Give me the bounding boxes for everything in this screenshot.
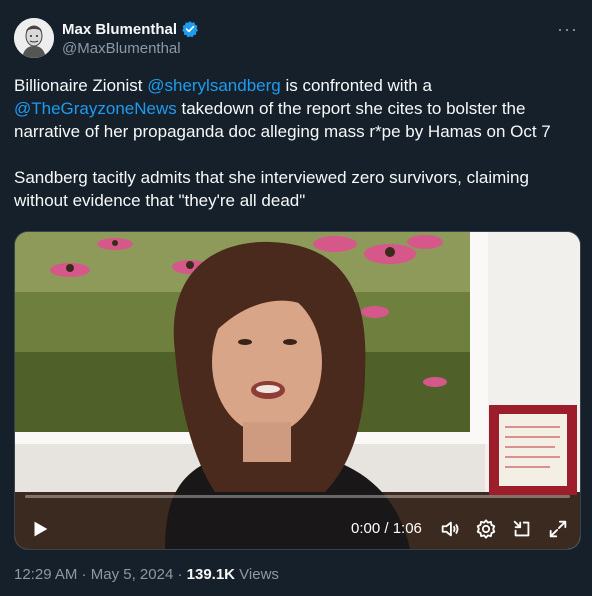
- minimize-icon[interactable]: [511, 518, 533, 540]
- mention-link[interactable]: @sherylsandberg: [147, 76, 281, 95]
- views-label: Views: [235, 566, 279, 583]
- video-frame: [15, 232, 580, 549]
- tweet-time[interactable]: 12:29 AM: [14, 566, 77, 583]
- video-time: 0:00 / 1:06: [351, 520, 422, 537]
- author-handle[interactable]: @MaxBlumenthal: [62, 40, 181, 57]
- mention-link[interactable]: @TheGrayzoneNews: [14, 99, 177, 118]
- views-count: 139.1K: [186, 566, 236, 583]
- tweet-meta: 12:29 AM · May 5, 2024 · 139.1K Views: [14, 566, 279, 583]
- meta-separator: ·: [77, 566, 91, 583]
- tweet-text: Billionaire Zionist @sherylsandberg is c…: [14, 74, 579, 212]
- volume-icon[interactable]: [439, 518, 461, 540]
- tweet-date[interactable]: May 5, 2024: [91, 566, 174, 583]
- video-player[interactable]: 0:00 / 1:06: [14, 231, 581, 550]
- verified-badge-icon[interactable]: [181, 20, 199, 38]
- more-options-icon[interactable]: ···: [557, 20, 578, 38]
- meta-separator: ·: [173, 566, 187, 583]
- avatar-portrait: [14, 18, 54, 58]
- tweet-paragraph-2: Sandberg tacitly admits that she intervi…: [14, 168, 529, 210]
- author-display-name[interactable]: Max Blumenthal: [62, 21, 177, 38]
- fullscreen-icon[interactable]: [547, 518, 569, 540]
- play-icon[interactable]: [29, 518, 51, 540]
- author-name-row: Max Blumenthal: [62, 20, 199, 38]
- avatar[interactable]: [14, 18, 54, 58]
- video-progress-bar[interactable]: [25, 495, 570, 498]
- video-controls: 0:00 / 1:06: [15, 509, 580, 549]
- tweet-paragraph-1: Billionaire Zionist @sherylsandberg is c…: [14, 74, 579, 143]
- tweet-text-segment: is confronted with a: [280, 76, 432, 95]
- tweet-text-segment: Billionaire Zionist: [14, 76, 148, 95]
- settings-icon[interactable]: [475, 518, 497, 540]
